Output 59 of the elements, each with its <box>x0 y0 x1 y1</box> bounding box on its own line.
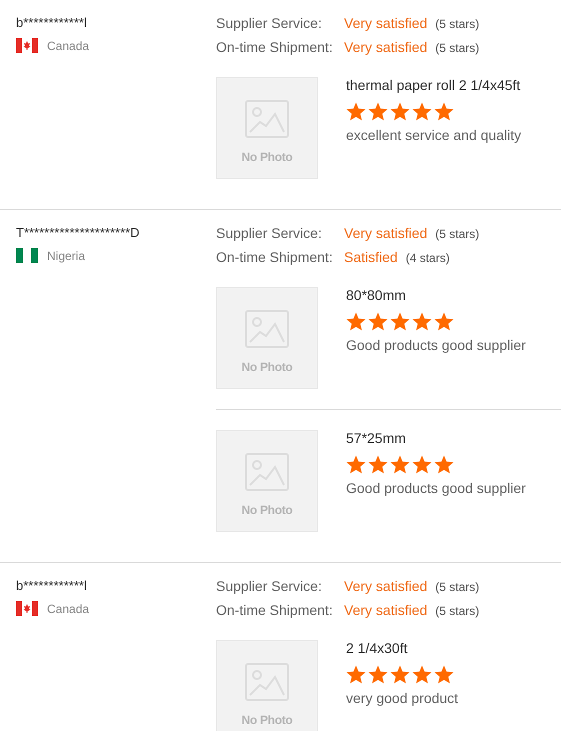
rating-label: On-time Shipment: <box>216 38 334 56</box>
rating-label: On-time Shipment: <box>216 248 334 266</box>
star-icon <box>346 312 366 331</box>
star-icon <box>412 665 432 684</box>
star-icon <box>390 455 410 474</box>
no-photo-label: No Photo <box>242 360 292 374</box>
rating-stars-count: (4 stars) <box>406 250 450 267</box>
star-icon <box>346 102 366 121</box>
review-comment: Good products good supplier <box>346 336 526 354</box>
rating-stars-count: (5 stars) <box>435 40 480 57</box>
review-comment: very good product <box>346 689 458 707</box>
product-title: thermal paper roll 2 1/4x45ft <box>346 76 522 94</box>
rating-verdict: Very satisfied <box>344 224 428 242</box>
country-name: Canada <box>47 602 90 616</box>
no-photo-label: No Photo <box>242 713 292 727</box>
buyer-name: T*********************D <box>16 224 140 242</box>
star-icon <box>434 665 454 684</box>
product-title: 80*80mm <box>346 286 407 304</box>
rating-label: On-time Shipment: <box>216 601 334 619</box>
rating-label: Supplier Service: <box>216 14 323 32</box>
star-icon <box>434 455 454 474</box>
buyer-name: b************l <box>16 577 87 595</box>
star-icon <box>368 312 388 331</box>
review-comment: excellent service and quality <box>346 126 522 144</box>
star-icon <box>390 665 410 684</box>
star-icon <box>368 665 388 684</box>
rating-verdict: Satisfied <box>344 248 398 266</box>
star-icon <box>412 102 432 121</box>
star-icon <box>390 102 410 121</box>
rating-verdict: Very satisfied <box>344 577 428 595</box>
star-icon <box>434 102 454 121</box>
star-icon <box>368 455 388 474</box>
rating-label: Supplier Service: <box>216 577 323 595</box>
rating-verdict: Very satisfied <box>344 14 428 32</box>
rating-stars-count: (5 stars) <box>435 226 480 243</box>
country-name: Canada <box>47 38 90 52</box>
star-icon <box>390 312 410 331</box>
product-title: 2 1/4x30ft <box>346 639 408 657</box>
country-name: Nigeria <box>47 248 86 262</box>
flag-icon <box>16 248 38 263</box>
star-icon <box>434 312 454 331</box>
rating-label: Supplier Service: <box>216 224 323 242</box>
no-photo-label: No Photo <box>242 503 292 517</box>
buyer-name: b************l <box>16 14 87 32</box>
no-photo-label: No Photo <box>242 150 292 164</box>
rating-verdict: Very satisfied <box>344 601 428 619</box>
rating-stars-count: (5 stars) <box>435 579 480 596</box>
star-icon <box>368 102 388 121</box>
star-icon <box>412 312 432 331</box>
flag-icon <box>16 38 38 53</box>
star-icon <box>412 455 432 474</box>
rating-stars-count: (5 stars) <box>435 603 480 620</box>
star-icon <box>346 665 366 684</box>
star-icon <box>346 455 366 474</box>
product-title: 57*25mm <box>346 429 407 447</box>
flag-icon <box>16 601 38 616</box>
rating-stars-count: (5 stars) <box>435 16 480 33</box>
review-comment: Good products good supplier <box>346 479 526 497</box>
rating-verdict: Very satisfied <box>344 38 428 56</box>
